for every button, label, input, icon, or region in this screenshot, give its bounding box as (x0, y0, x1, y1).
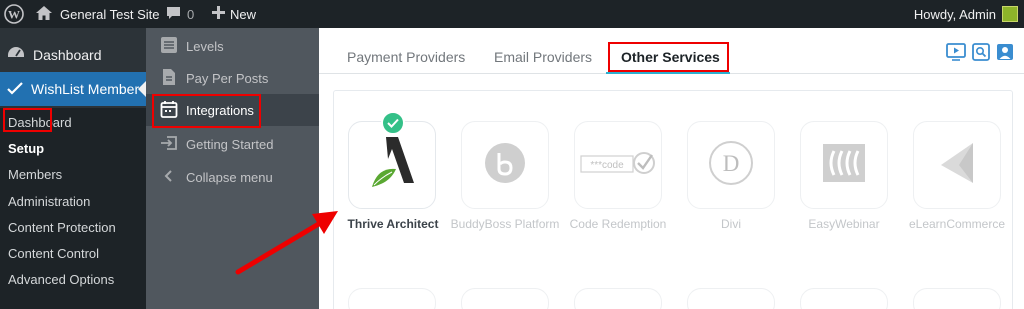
tab-payment-providers[interactable]: Payment Providers (347, 49, 465, 65)
code-text: ***code (590, 160, 624, 171)
integration-card-easywebinar[interactable] (800, 121, 888, 209)
site-name-link[interactable]: General Test Site (36, 0, 159, 28)
admin-bar: W General Test Site 0 New Howdy, Admin (0, 0, 1024, 28)
elearncommerce-logo-icon (937, 141, 977, 190)
integration-card-code-redemption[interactable]: ***code (574, 121, 662, 209)
menu-dashboard-label: Dashboard (33, 47, 102, 63)
comments-count: 0 (187, 6, 195, 22)
code-redemption-logo-icon: ***code (580, 148, 656, 183)
other-services-highlight-box (608, 42, 729, 72)
tab-email-providers[interactable]: Email Providers (494, 49, 592, 65)
avatar (1002, 6, 1018, 22)
menu-dashboard[interactable]: Dashboard (0, 38, 146, 72)
chevron-left-icon (160, 167, 178, 188)
svg-text:W: W (8, 8, 20, 22)
dashboard-icon (7, 46, 25, 65)
menu-wishlist-member-label: WishList Member (31, 81, 140, 97)
document-icon (160, 68, 178, 89)
plus-icon (212, 6, 225, 22)
integration-label-code-redemption: Code Redemption (569, 217, 667, 231)
new-label: New (230, 6, 257, 22)
howdy-text: Howdy, Admin (913, 6, 996, 22)
integration-card-row2 (687, 288, 775, 309)
integration-card-row2 (800, 288, 888, 309)
home-icon (36, 5, 52, 23)
easywebinar-logo-icon (822, 143, 866, 188)
comments-link[interactable]: 0 (166, 0, 194, 28)
new-content-link[interactable]: New (212, 0, 256, 28)
integration-card-row2 (574, 288, 662, 309)
integration-card-row2 (348, 288, 436, 309)
submenu-content-control[interactable]: Content Control (8, 246, 99, 261)
buddyboss-logo-icon (483, 141, 527, 190)
integration-card-divi[interactable]: D (687, 121, 775, 209)
divi-letter: D (723, 151, 740, 176)
integration-label-thrive-architect: Thrive Architect (347, 217, 439, 231)
video-icon[interactable] (946, 43, 966, 66)
integration-label-easywebinar: EasyWebinar (808, 217, 880, 231)
submenu-administration[interactable]: Administration (8, 194, 90, 209)
menu-wishlist-member[interactable]: WishList Member (0, 72, 146, 106)
flyout-collapse-menu-label: Collapse menu (186, 169, 273, 185)
integrations-highlight-box (152, 94, 261, 128)
integration-card-row2 (913, 288, 1001, 309)
user-support-icon[interactable] (996, 43, 1014, 66)
sign-in-icon (160, 134, 178, 155)
divi-logo-icon: D (708, 140, 754, 191)
site-name: General Test Site (60, 6, 160, 22)
flyout-pay-per-posts-label: Pay Per Posts (186, 70, 269, 86)
thrive-architect-logo-icon (370, 136, 414, 194)
flyout-submenu: Levels Pay Per Posts Integrations Gettin… (146, 28, 319, 309)
comment-bubble-icon (166, 6, 181, 23)
flyout-pay-per-posts[interactable]: Pay Per Posts (146, 62, 319, 94)
account-menu[interactable]: Howdy, Admin (914, 0, 1018, 28)
submenu-members[interactable]: Members (8, 167, 62, 182)
integration-card-buddyboss[interactable] (461, 121, 549, 209)
flyout-levels[interactable]: Levels (146, 30, 319, 62)
flyout-getting-started[interactable]: Getting Started (146, 128, 319, 160)
search-docs-icon[interactable] (972, 43, 990, 66)
checkmark-icon (7, 81, 23, 98)
wordpress-logo-icon[interactable]: W (4, 0, 26, 28)
selected-check-icon (381, 111, 405, 135)
submenu-content-protection[interactable]: Content Protection (8, 220, 116, 235)
integration-label-divi: Divi (721, 217, 741, 231)
submenu-setup[interactable]: Setup (8, 141, 44, 156)
setup-highlight-box (3, 108, 52, 132)
flyout-collapse-menu[interactable]: Collapse menu (146, 161, 319, 193)
active-tab-underline (606, 72, 730, 74)
integration-card-row2 (461, 288, 549, 309)
integration-card-elearncommerce[interactable] (913, 121, 1001, 209)
flyout-levels-label: Levels (186, 38, 224, 54)
flyout-getting-started-label: Getting Started (186, 136, 274, 152)
integration-label-elearncommerce: eLearnCommerce (908, 217, 1006, 231)
list-icon (160, 36, 178, 57)
integration-label-buddyboss: BuddyBoss Platform (450, 217, 560, 231)
submenu-advanced-options[interactable]: Advanced Options (8, 272, 114, 287)
help-icons (946, 43, 1014, 66)
